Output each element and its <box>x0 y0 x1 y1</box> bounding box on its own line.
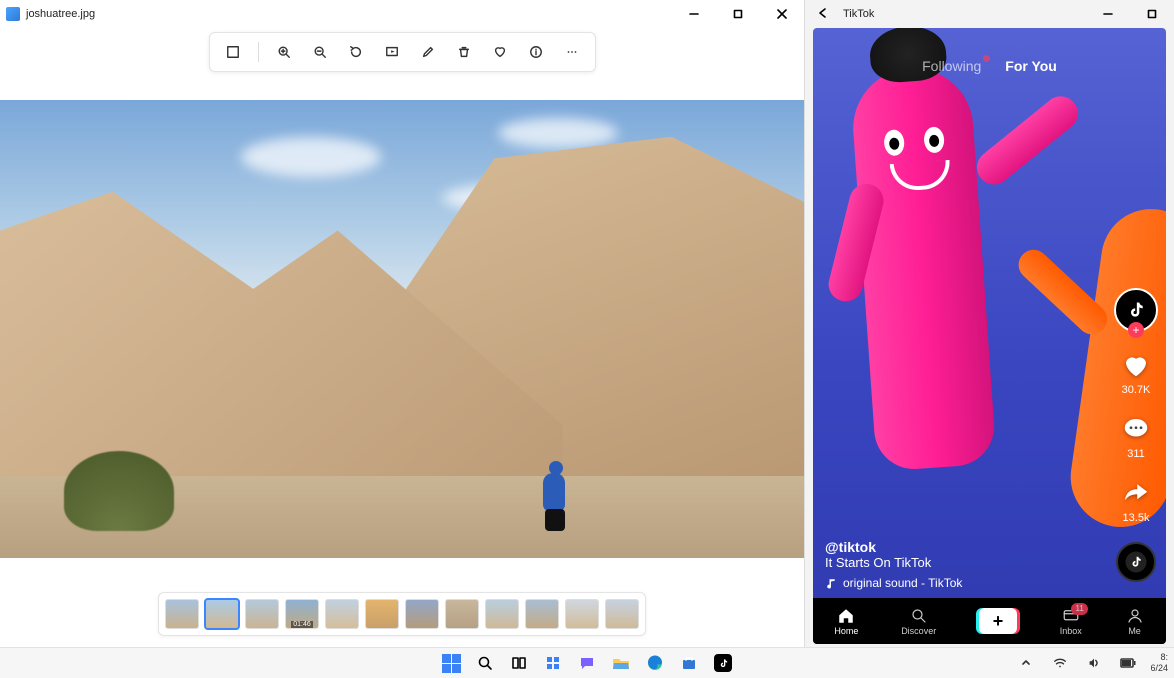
tiktok-titlebar: TikTok <box>805 0 1174 28</box>
photos-toolbar <box>0 32 804 72</box>
follow-plus-icon[interactable]: + <box>1128 322 1144 338</box>
thumbnail-3[interactable]: 01:46 <box>285 599 319 629</box>
inbox-badge: 11 <box>1071 603 1087 615</box>
creator-avatar[interactable]: + <box>1114 288 1158 332</box>
plus-icon: + <box>979 608 1017 634</box>
nav-discover[interactable]: Discover <box>901 607 936 636</box>
favorite-button[interactable] <box>487 39 513 65</box>
slideshow-button[interactable] <box>379 39 405 65</box>
photos-titlebar: joshuatree.jpg <box>0 0 804 28</box>
like-count: 30.7K <box>1122 384 1151 396</box>
sound-row[interactable]: original sound - TikTok <box>825 576 1096 590</box>
edge-button[interactable] <box>643 651 667 675</box>
tiktok-minimize-button[interactable] <box>1086 0 1130 28</box>
tab-following[interactable]: Following <box>922 58 981 74</box>
windows-taskbar: 8: 6/24 <box>0 647 1174 678</box>
zoom-out-button[interactable] <box>307 39 333 65</box>
widgets-button[interactable] <box>541 651 565 675</box>
sound-disc[interactable] <box>1116 542 1156 582</box>
nav-home[interactable]: Home <box>834 607 858 636</box>
tray-chevron-icon[interactable] <box>1014 651 1038 675</box>
task-view-button[interactable] <box>507 651 531 675</box>
video-caption: @tiktok It Starts On TikTok original sou… <box>825 539 1096 590</box>
video-decor-pink <box>849 64 997 471</box>
taskbar-clock[interactable]: 8: 6/24 <box>1150 652 1168 674</box>
feed-tabs: Following For You <box>813 58 1166 74</box>
thumbnail-strip: 01:46 <box>0 592 804 636</box>
live-indicator-dot <box>983 55 990 62</box>
photo-viewport[interactable] <box>0 100 804 558</box>
back-button[interactable] <box>811 6 835 23</box>
comment-button[interactable]: 311 <box>1121 414 1151 460</box>
fullscreen-button[interactable] <box>220 39 246 65</box>
minimize-button[interactable] <box>672 0 716 28</box>
thumbnail-11[interactable] <box>605 599 639 629</box>
chat-button[interactable] <box>575 651 599 675</box>
toolbar-separator <box>258 42 259 62</box>
thumbnail-0[interactable] <box>165 599 199 629</box>
caption-text: It Starts On TikTok <box>825 555 931 570</box>
like-button[interactable]: 30.7K <box>1121 350 1151 396</box>
thumbnail-2[interactable] <box>245 599 279 629</box>
photos-window: joshuatree.jpg <box>0 0 805 648</box>
nav-inbox[interactable]: 11 Inbox <box>1060 607 1082 636</box>
tiktok-title: TikTok <box>843 8 874 20</box>
search-button[interactable] <box>473 651 497 675</box>
zoom-in-button[interactable] <box>271 39 297 65</box>
nav-me[interactable]: Me <box>1125 607 1145 636</box>
thumbnail-7[interactable] <box>445 599 479 629</box>
sound-name: original sound - TikTok <box>843 576 962 590</box>
comment-count: 311 <box>1127 448 1145 460</box>
photos-title: joshuatree.jpg <box>26 8 95 20</box>
more-button[interactable] <box>559 39 585 65</box>
image-file-icon <box>6 7 20 21</box>
edit-button[interactable] <box>415 39 441 65</box>
thumbnail-10[interactable] <box>565 599 599 629</box>
delete-button[interactable] <box>451 39 477 65</box>
tiktok-bottom-nav: Home Discover + 11 Inbox Me <box>813 598 1166 644</box>
share-count: 13.5k <box>1123 512 1150 524</box>
wifi-icon[interactable] <box>1048 651 1072 675</box>
video-action-rail: + 30.7K 311 13.5k <box>1114 288 1158 582</box>
store-button[interactable] <box>677 651 701 675</box>
info-button[interactable] <box>523 39 549 65</box>
thumbnail-4[interactable] <box>325 599 359 629</box>
start-button[interactable] <box>439 651 463 675</box>
tab-for-you[interactable]: For You <box>1005 58 1057 74</box>
tiktok-window: TikTok Following For You + <box>804 0 1174 648</box>
photo-subject-person <box>539 461 573 531</box>
caption-user[interactable]: @tiktok <box>825 539 876 555</box>
thumbnail-5[interactable] <box>365 599 399 629</box>
tiktok-taskbar-button[interactable] <box>711 651 735 675</box>
close-button[interactable] <box>760 0 804 28</box>
tiktok-video-area[interactable]: Following For You + 30.7K 311 <box>813 28 1166 644</box>
volume-icon[interactable] <box>1082 651 1106 675</box>
rotate-button[interactable] <box>343 39 369 65</box>
share-button[interactable]: 13.5k <box>1121 478 1151 524</box>
thumbnail-9[interactable] <box>525 599 559 629</box>
battery-icon[interactable] <box>1116 651 1140 675</box>
explorer-button[interactable] <box>609 651 633 675</box>
nav-create[interactable]: + <box>979 608 1017 634</box>
thumbnail-8[interactable] <box>485 599 519 629</box>
maximize-button[interactable] <box>716 0 760 28</box>
thumbnail-1[interactable] <box>205 599 239 629</box>
thumbnail-6[interactable] <box>405 599 439 629</box>
tiktok-maximize-button[interactable] <box>1130 0 1174 28</box>
